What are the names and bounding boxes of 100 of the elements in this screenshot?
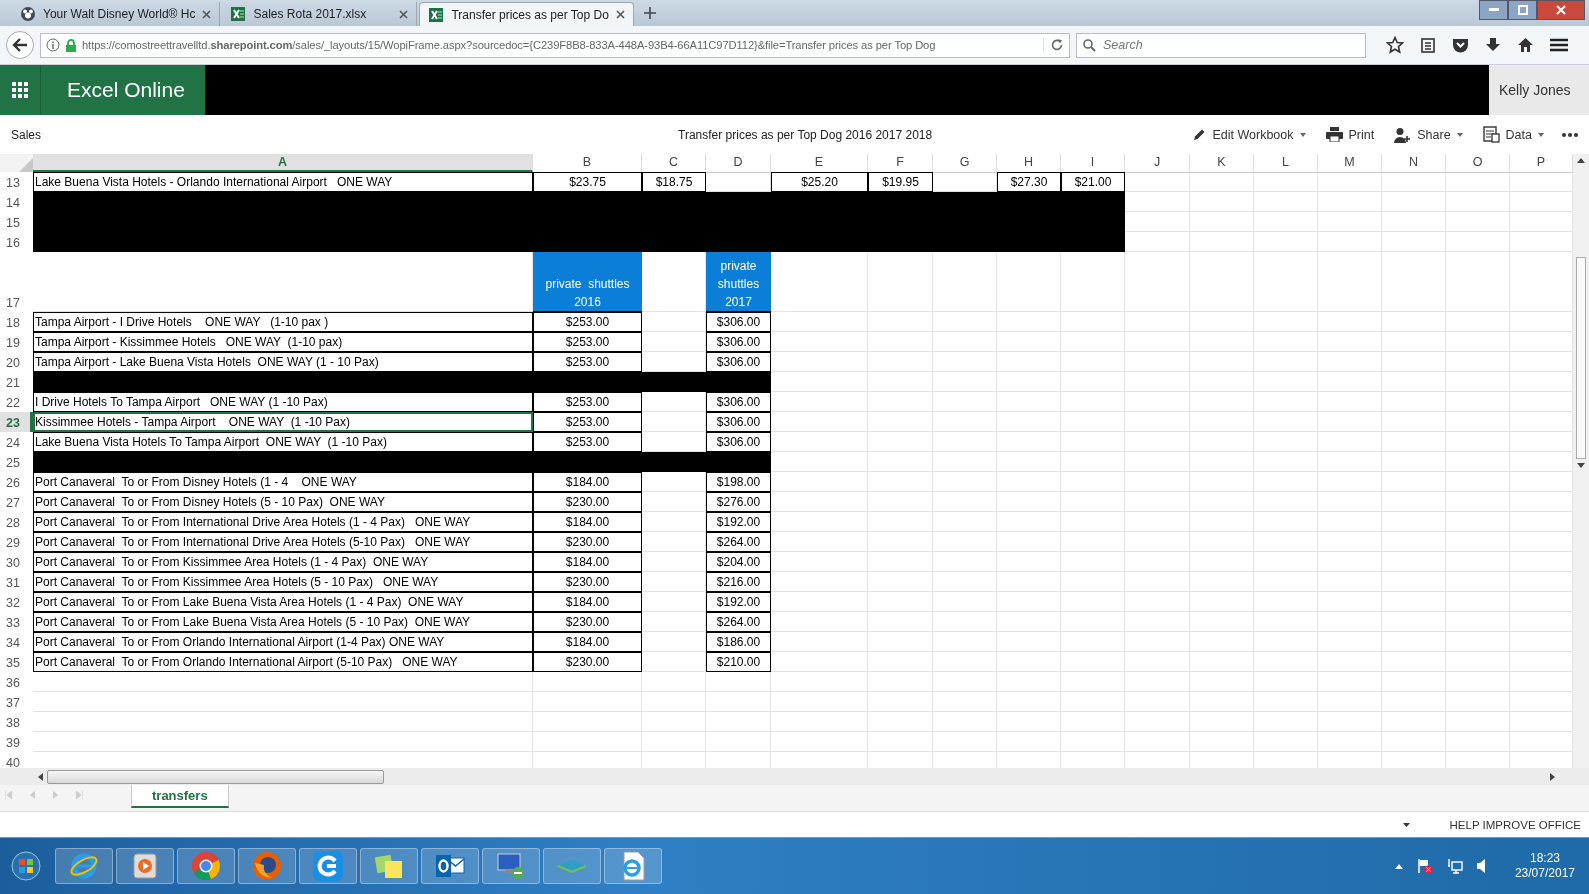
- table-cell: $306.00: [706, 432, 771, 452]
- table-cell: $186.00: [706, 632, 771, 652]
- browser-tab[interactable]: Transfer prices as per Top Do: [419, 2, 634, 26]
- data-sheet-icon: [1482, 126, 1500, 143]
- app-launcher-button[interactable]: [0, 65, 41, 115]
- caret-icon: [1538, 132, 1544, 137]
- tab-title: Transfer prices as per Top Do: [451, 7, 609, 22]
- table-cell: $253.00: [533, 352, 642, 372]
- table-cell: Port Canaveral To or From Kissimmee Area Hotels (1 - 4 Pax) ONE WAY: [33, 552, 533, 572]
- caret-icon: [1299, 132, 1306, 137]
- network-icon[interactable]: [1446, 858, 1463, 874]
- table-cell: $27.30: [997, 172, 1061, 192]
- scroll-down-icon[interactable]: [1577, 463, 1585, 468]
- lock-icon: [65, 38, 77, 52]
- pencil-icon: [1192, 127, 1207, 142]
- table-cell: Port Canaveral To or From Kissimmee Area Hotels (5 - 10 Pax) ONE WAY: [33, 572, 533, 592]
- show-hidden-icons-icon[interactable]: [1394, 863, 1403, 869]
- vertical-scrollbar[interactable]: [1573, 154, 1589, 768]
- printer-icon: [1325, 127, 1343, 142]
- column-header[interactable]: D: [706, 154, 771, 173]
- taskbar-app-button[interactable]: [421, 848, 479, 884]
- scroll-thumb[interactable]: [47, 769, 384, 784]
- web-document-icon: [620, 851, 646, 881]
- column-header[interactable]: P: [1510, 154, 1573, 173]
- download-icon[interactable]: [1485, 37, 1501, 53]
- taskbar-app-button[interactable]: [604, 848, 662, 884]
- scroll-left-icon[interactable]: [38, 772, 43, 781]
- command-button[interactable]: Print: [1323, 123, 1377, 146]
- table-cell: $184.00: [533, 592, 642, 612]
- taskbar-app-button[interactable]: [116, 848, 174, 884]
- row-number[interactable]: 13: [0, 172, 33, 192]
- app-title[interactable]: Excel Online: [41, 65, 205, 115]
- command-button[interactable]: Edit Workbook: [1190, 123, 1308, 146]
- star-icon[interactable]: [1386, 36, 1404, 54]
- sheet-tab[interactable]: transfers: [131, 785, 229, 808]
- table-cell: Port Canaveral To or From Disney Hotels (1 - 4 ONE WAY: [33, 472, 533, 492]
- scroll-up-icon[interactable]: [1577, 158, 1585, 163]
- breadcrumb-link[interactable]: Sales: [11, 127, 191, 142]
- column-header[interactable]: M: [1318, 154, 1382, 173]
- table-cell: Kissimmee Hotels - Tampa Airport ONE WAY (1 -10 Pax): [33, 412, 533, 432]
- column-header[interactable]: O: [1446, 154, 1510, 173]
- pocket-icon[interactable]: [1452, 37, 1469, 53]
- header-cell: private shuttles 2016: [533, 252, 642, 312]
- taskbar-app-button[interactable]: [360, 848, 418, 884]
- close-icon[interactable]: [399, 9, 409, 19]
- command-button[interactable]: Share: [1392, 122, 1465, 147]
- caret-icon[interactable]: [1402, 822, 1410, 827]
- clock-time[interactable]: 18:23: [1529, 851, 1560, 866]
- user-name[interactable]: Kelly Jones: [1489, 65, 1589, 115]
- scroll-thumb[interactable]: [1576, 257, 1586, 459]
- table-cell: Port Canaveral To or From International Drive Area Hotels (1 - 4 Pax) ONE WAY: [33, 512, 533, 532]
- row-number[interactable]: 23: [0, 412, 33, 432]
- scroll-right-icon[interactable]: [1550, 772, 1555, 781]
- flag-alert-icon[interactable]: [1416, 858, 1433, 874]
- column-header[interactable]: K: [1190, 154, 1254, 173]
- taskbar-app-button[interactable]: [299, 848, 357, 884]
- clipboard-icon[interactable]: [1420, 37, 1436, 53]
- table-cell: $264.00: [706, 612, 771, 632]
- table-cell: $230.00: [533, 492, 642, 512]
- taskbar-app-button[interactable]: [482, 848, 540, 884]
- close-icon[interactable]: [615, 10, 625, 19]
- close-icon: [1556, 5, 1566, 15]
- url-text: https://comostreettravelltd.sharepoint.com/sales/_layouts/15/WopiFrame.aspx?sourcedoc={C239F8B8-833A-448A-93B4-66A11C97D112}&file=Transfer prices as per Top Dog: [82, 39, 937, 51]
- more-options-icon[interactable]: [1562, 132, 1578, 137]
- column-header[interactable]: G: [933, 154, 997, 173]
- table-cell: $184.00: [533, 632, 642, 652]
- taskbar-app-button[interactable]: [177, 848, 235, 884]
- new-tab-icon[interactable]: [643, 7, 656, 19]
- table-cell: Port Canaveral To or From Lake Buena Vista Area Hotels (1 - 4 Pax) ONE WAY: [33, 592, 533, 612]
- table-cell: $184.00: [533, 552, 642, 572]
- taskbar-app-button[interactable]: [238, 848, 296, 884]
- home-icon[interactable]: [1517, 37, 1534, 53]
- minimize-button[interactable]: [1479, 0, 1508, 20]
- maximize-button[interactable]: [1508, 0, 1537, 20]
- taskbar-app-button[interactable]: [55, 848, 113, 884]
- horizontal-scrollbar[interactable]: [0, 768, 1589, 785]
- clock-date[interactable]: 23/07/2017: [1514, 866, 1575, 881]
- back-button[interactable]: [6, 31, 34, 59]
- column-header[interactable]: N: [1382, 154, 1446, 173]
- speaker-icon[interactable]: [1476, 859, 1487, 873]
- table-cell: $184.00: [533, 472, 642, 492]
- table-cell: Tampa Airport - I Drive Hotels ONE WAY (1-10 pax ): [33, 312, 533, 332]
- table-cell: $23.75: [533, 172, 642, 192]
- g-letter-icon: [313, 851, 343, 881]
- table-cell: $184.00: [533, 512, 642, 532]
- window-close-button[interactable]: [1537, 0, 1585, 20]
- close-icon[interactable]: [202, 9, 212, 19]
- address-field[interactable]: https://comostreettravelltd.sharepoint.com/sales/_layouts/15/WopiFrame.aspx?sourcedoc={C239F8B8-833A-448A-93B4-66A11C97D112}&file=Transfer prices as per Top Dog: [40, 32, 1070, 58]
- reload-icon[interactable]: [1043, 38, 1064, 52]
- command-button[interactable]: Data: [1480, 122, 1546, 147]
- search-field[interactable]: Search: [1076, 32, 1366, 58]
- caret-icon: [1456, 132, 1463, 137]
- column-header[interactable]: L: [1254, 154, 1318, 173]
- column-header[interactable]: J: [1125, 154, 1190, 173]
- maximize-icon: [1517, 5, 1528, 15]
- menu-icon[interactable]: [1550, 38, 1568, 52]
- back-arrow-icon: [12, 38, 28, 52]
- help-improve-link[interactable]: HELP IMPROVE OFFICE: [1449, 818, 1581, 831]
- table-cell: $306.00: [706, 332, 771, 352]
- table-cell: Lake Buena Vista Hotels - Orlando International Airport ONE WAY: [33, 172, 533, 192]
